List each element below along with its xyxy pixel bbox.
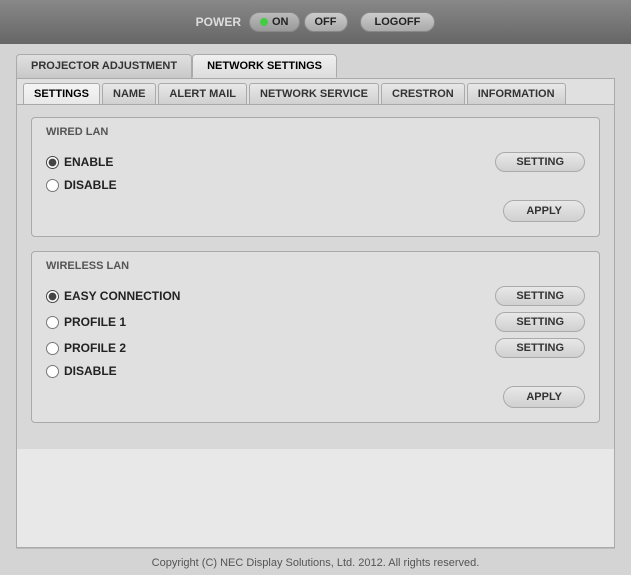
footer: Copyright (C) NEC Display Solutions, Ltd… [16,548,615,575]
wireless-disable-row: DISABLE [46,364,585,378]
wired-lan-enable-label[interactable]: ENABLE [46,155,113,169]
wireless-profile2-label[interactable]: PROFILE 2 [46,341,126,355]
power-label: POWER [196,15,241,29]
subtab-alert-mail[interactable]: ALERT MAIL [158,83,247,104]
wired-lan-setting-button[interactable]: SETTING [495,152,585,172]
wired-lan-title: WIRED LAN [46,126,585,142]
panel-body: WIRED LAN ENABLE SETTING DISABLE [17,105,614,449]
wireless-profile2-setting-button[interactable]: SETTING [495,338,585,358]
tab-network-settings[interactable]: NETWORK SETTINGS [192,54,337,78]
wireless-lan-apply-button[interactable]: APPLY [503,386,585,408]
power-on-label: ON [272,16,289,28]
wireless-profile1-label[interactable]: PROFILE 1 [46,315,126,329]
wired-lan-apply-row: APPLY [46,200,585,222]
wireless-easy-connection-row: EASY CONNECTION SETTING [46,286,585,306]
sub-tabs: SETTINGS NAME ALERT MAIL NETWORK SERVICE… [17,79,614,105]
logoff-label: LOGOFF [375,16,421,28]
footer-text: Copyright (C) NEC Display Solutions, Ltd… [152,557,480,569]
power-off-label: OFF [315,16,337,28]
power-on-button[interactable]: ON [249,12,300,32]
main-content: PROJECTOR ADJUSTMENT NETWORK SETTINGS SE… [0,44,631,575]
wired-lan-disable-row: DISABLE [46,178,585,192]
wireless-profile1-setting-button[interactable]: SETTING [495,312,585,332]
logoff-button[interactable]: LOGOFF [360,12,436,32]
wireless-easy-connection-label[interactable]: EASY CONNECTION [46,289,180,303]
wired-lan-apply-button[interactable]: APPLY [503,200,585,222]
subtab-information[interactable]: INFORMATION [467,83,566,104]
wireless-disable-label[interactable]: DISABLE [46,364,117,378]
wired-lan-enable-radio[interactable] [46,156,59,169]
content-panel: SETTINGS NAME ALERT MAIL NETWORK SERVICE… [16,78,615,548]
subtab-settings[interactable]: SETTINGS [23,83,100,104]
wireless-profile2-row: PROFILE 2 SETTING [46,338,585,358]
wireless-profile2-radio[interactable] [46,342,59,355]
subtab-network-service[interactable]: NETWORK SERVICE [249,83,379,104]
subtab-crestron[interactable]: CRESTRON [381,83,465,104]
wireless-lan-section: WIRELESS LAN EASY CONNECTION SETTING PRO… [31,251,600,423]
power-off-button[interactable]: OFF [304,12,348,32]
wireless-lan-apply-row: APPLY [46,386,585,408]
wired-lan-section: WIRED LAN ENABLE SETTING DISABLE [31,117,600,237]
wireless-profile1-row: PROFILE 1 SETTING [46,312,585,332]
wireless-profile1-radio[interactable] [46,316,59,329]
top-tabs: PROJECTOR ADJUSTMENT NETWORK SETTINGS [16,54,615,78]
wireless-easy-setting-button[interactable]: SETTING [495,286,585,306]
power-on-indicator [260,18,268,26]
wireless-disable-radio[interactable] [46,365,59,378]
tab-projector-adjustment[interactable]: PROJECTOR ADJUSTMENT [16,54,192,78]
wired-lan-enable-row: ENABLE SETTING [46,152,585,172]
power-bar: POWER ON OFF LOGOFF [0,0,631,44]
subtab-name[interactable]: NAME [102,83,156,104]
wired-lan-disable-radio[interactable] [46,179,59,192]
wireless-easy-connection-radio[interactable] [46,290,59,303]
wired-lan-disable-label[interactable]: DISABLE [46,178,117,192]
wireless-lan-title: WIRELESS LAN [46,260,585,276]
